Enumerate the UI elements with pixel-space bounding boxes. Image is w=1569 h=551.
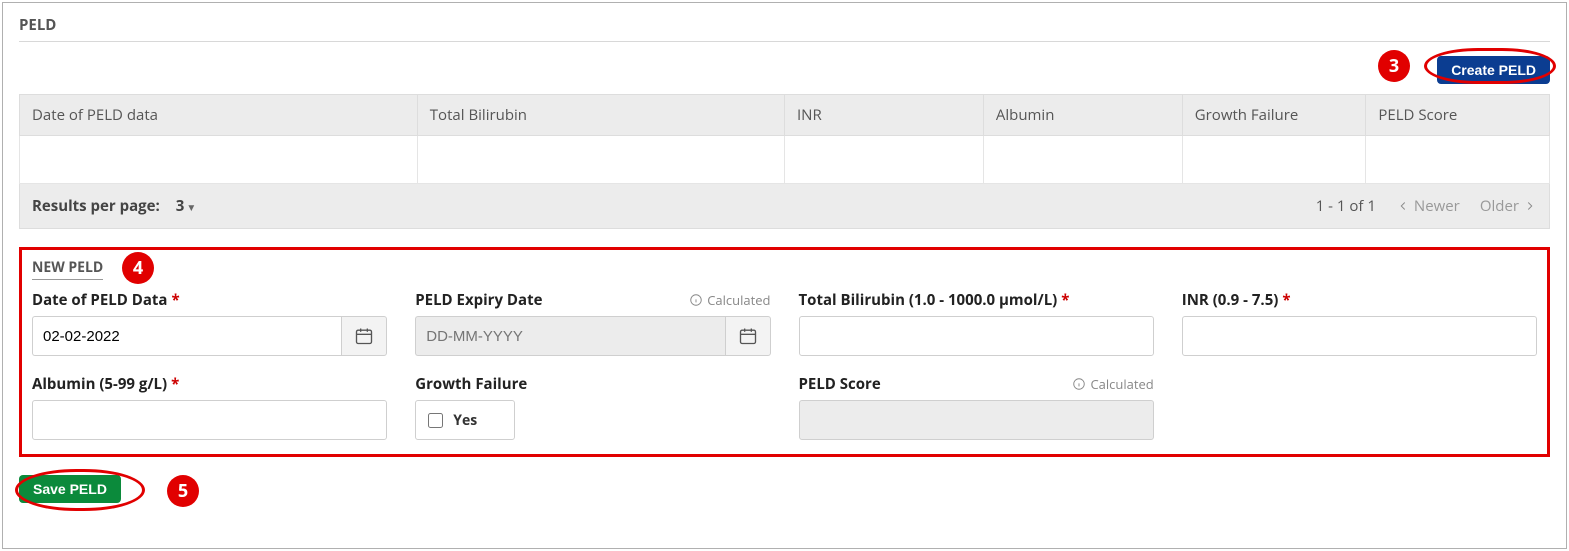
col-albumin: Albumin [983, 95, 1182, 136]
chevron-down-icon: ▼ [186, 200, 196, 214]
label-bilirubin: Total Bilirubin (1.0 - 1000.0 µmol/L) [799, 290, 1058, 310]
info-icon [689, 293, 703, 307]
new-peld-section: 4 NEW PELD Date of PELD Data * PELD Expi [19, 247, 1550, 457]
field-inr: INR (0.9 - 7.5) * [1182, 290, 1537, 356]
calendar-icon [354, 326, 374, 346]
new-peld-title: NEW PELD [32, 258, 103, 280]
chevron-left-icon [1396, 199, 1410, 213]
growth-checkbox[interactable] [428, 413, 443, 428]
required-marker: * [171, 374, 179, 394]
annotation-badge-3: 3 [1378, 50, 1410, 82]
table-row[interactable] [20, 136, 1550, 184]
rpp-label: Results per page: [32, 196, 160, 216]
peld-table: Date of PELD data Total Bilirubin INR Al… [19, 94, 1550, 184]
label-growth: Growth Failure [415, 374, 527, 394]
info-icon [1072, 377, 1086, 391]
field-date-of-peld: Date of PELD Data * [32, 290, 387, 356]
section-title: PELD [19, 15, 1550, 42]
label-inr: INR (0.9 - 7.5) [1182, 290, 1279, 310]
save-row: Save PELD 5 [19, 475, 1550, 503]
expiry-input [415, 316, 724, 356]
col-growth: Growth Failure [1182, 95, 1366, 136]
bilirubin-input[interactable] [799, 316, 1154, 356]
label-date-of-peld: Date of PELD Data [32, 290, 167, 310]
required-marker: * [171, 290, 179, 310]
col-inr: INR [784, 95, 983, 136]
inr-input[interactable] [1182, 316, 1537, 356]
field-bilirubin: Total Bilirubin (1.0 - 1000.0 µmol/L) * [799, 290, 1154, 356]
calendar-button-disabled [725, 316, 771, 356]
pager: 1 - 1 of 1 Newer Older [1316, 196, 1537, 216]
toolbar: 3 Create PELD [19, 50, 1550, 94]
pager-newer-button[interactable]: Newer [1396, 196, 1460, 216]
chevron-right-icon [1523, 199, 1537, 213]
col-score: PELD Score [1366, 95, 1550, 136]
field-growth: Growth Failure Yes [415, 374, 770, 440]
annotation-badge-5: 5 [167, 475, 199, 507]
save-peld-button[interactable]: Save PELD [19, 475, 121, 503]
label-expiry: PELD Expiry Date [415, 290, 542, 310]
col-date: Date of PELD data [20, 95, 418, 136]
pager-older-button[interactable]: Older [1480, 196, 1537, 216]
pager-range: 1 - 1 of 1 [1316, 196, 1376, 216]
calculated-tag: Calculated [689, 291, 770, 309]
label-albumin: Albumin (5-99 g/L) [32, 374, 167, 394]
label-score: PELD Score [799, 374, 881, 394]
col-bilirubin: Total Bilirubin [417, 95, 784, 136]
field-albumin: Albumin (5-99 g/L) * [32, 374, 387, 440]
growth-option-label: Yes [453, 411, 477, 430]
date-of-peld-input[interactable] [32, 316, 341, 356]
create-peld-button[interactable]: Create PELD [1437, 56, 1550, 84]
field-expiry: PELD Expiry Date Calculated [415, 290, 770, 356]
calculated-tag: Calculated [1072, 375, 1153, 393]
calendar-icon [738, 326, 758, 346]
required-marker: * [1282, 290, 1290, 310]
rpp-select[interactable]: 3▼ [170, 194, 210, 218]
growth-checkbox-wrap[interactable]: Yes [415, 400, 515, 440]
peld-panel: PELD 3 Create PELD Date of PELD data Tot… [2, 2, 1567, 549]
field-score: PELD Score Calculated [799, 374, 1154, 440]
score-input [799, 400, 1154, 440]
albumin-input[interactable] [32, 400, 387, 440]
calendar-button[interactable] [341, 316, 387, 356]
table-footer: Results per page: 3▼ 1 - 1 of 1 Newer Ol… [19, 184, 1550, 229]
annotation-badge-4: 4 [122, 252, 154, 284]
required-marker: * [1061, 290, 1069, 310]
